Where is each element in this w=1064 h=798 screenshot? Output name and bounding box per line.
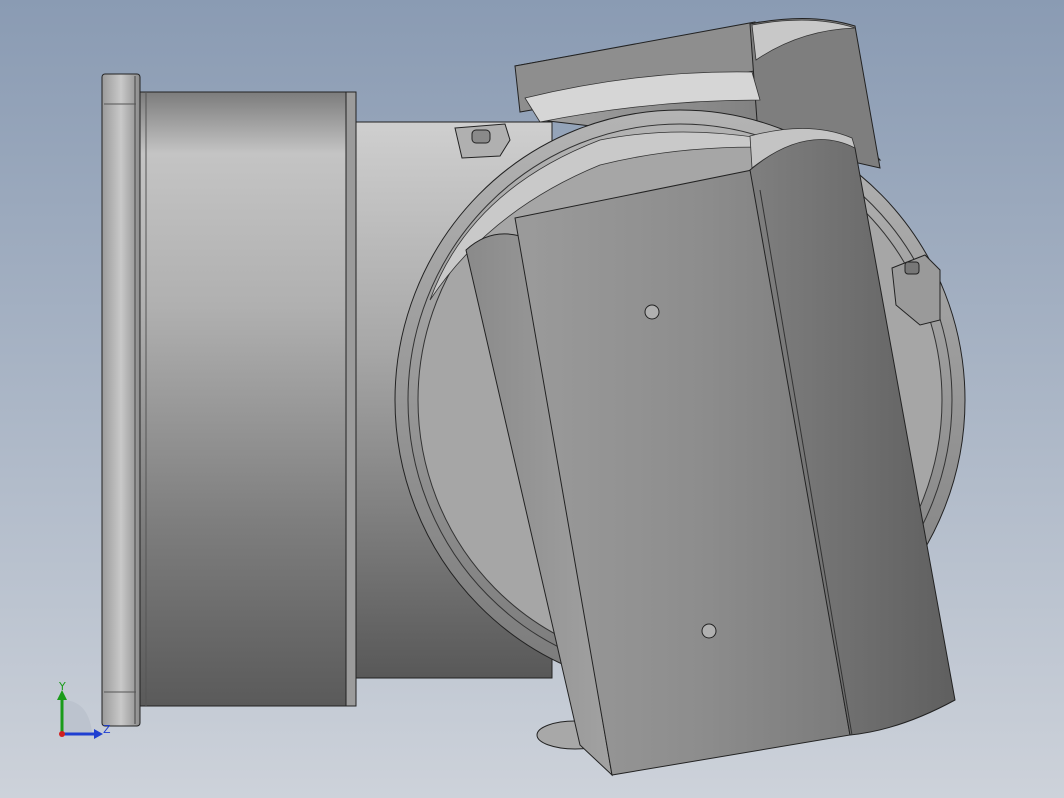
top-hex-nut	[454, 123, 511, 159]
motor-body	[139, 91, 357, 707]
y-axis-label: Y	[58, 680, 66, 693]
base-flange	[101, 73, 141, 727]
graphics-viewport[interactable]: Y Z	[0, 0, 1064, 798]
z-arrow-head	[94, 729, 103, 739]
cad-model[interactable]: Y Z	[0, 0, 1064, 798]
triad-plane	[62, 700, 92, 734]
x-axis-dot	[59, 731, 65, 737]
z-axis-label: Z	[103, 723, 111, 736]
